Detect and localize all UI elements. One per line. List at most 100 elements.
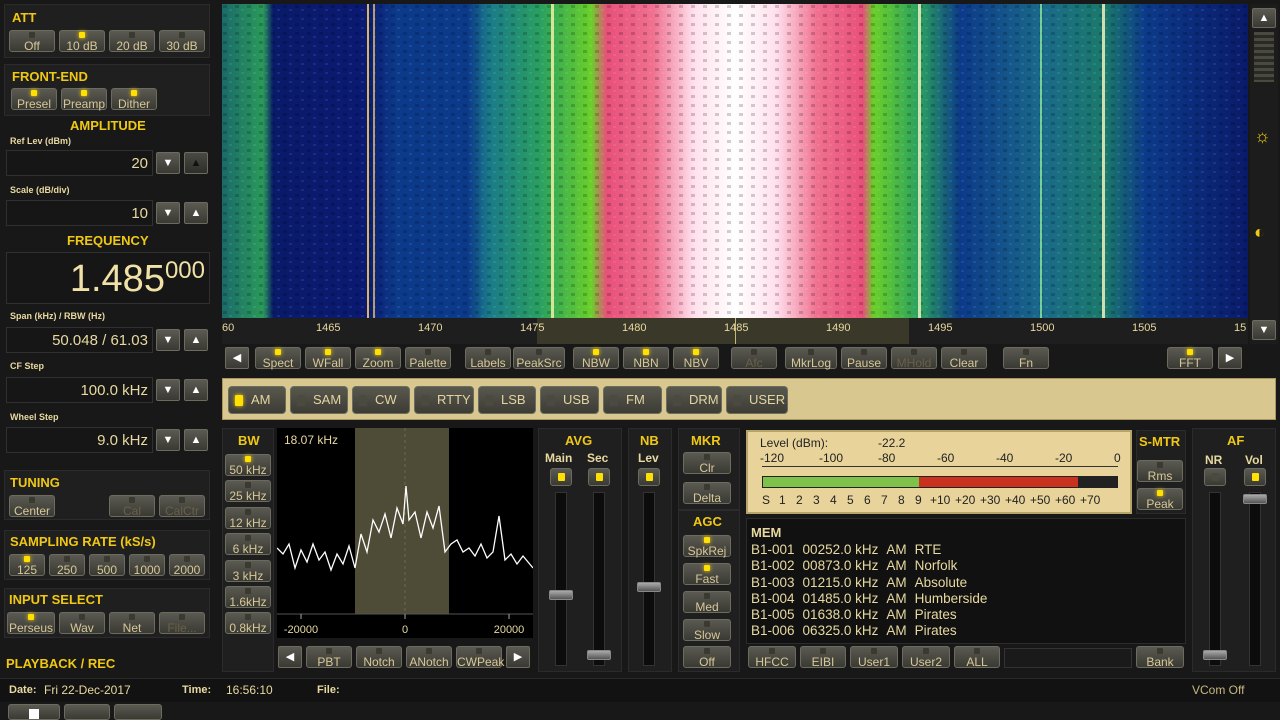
af-vol-led[interactable] <box>1244 468 1266 486</box>
brightness-icon[interactable]: ☼ <box>1254 126 1271 147</box>
play-button[interactable] <box>64 704 110 720</box>
span-up-button[interactable]: ▲ <box>184 329 208 351</box>
nb-led[interactable] <box>638 468 660 486</box>
sample-250-button[interactable]: 250 <box>49 554 85 576</box>
span-field[interactable]: 50.048 / 61.03 <box>6 327 153 353</box>
agc-fast-button[interactable]: Fast <box>683 563 731 585</box>
cf-step-up-button[interactable]: ▲ <box>184 379 208 401</box>
att-20db-button[interactable]: 20 dB <box>109 30 155 52</box>
pbt-button[interactable]: PBT <box>306 646 352 668</box>
af-nr-led[interactable] <box>1204 468 1226 486</box>
cal-button[interactable]: Cal <box>109 495 155 517</box>
filter-spectrum-display[interactable]: 18.07 kHz -20000 0 20000 <box>277 428 533 638</box>
mem-row[interactable]: B1-006 06325.0 kHz AM Pirates <box>751 623 987 639</box>
avg-main-slider[interactable] <box>549 590 573 600</box>
mode-user-button[interactable]: USER <box>726 386 788 414</box>
mkr-clr-button[interactable]: Clr <box>683 452 731 474</box>
waterfall-scroll-track[interactable] <box>1254 32 1274 82</box>
stop-button[interactable] <box>8 704 60 720</box>
notch-button[interactable]: Notch <box>356 646 402 668</box>
scale-field[interactable]: 10 <box>6 200 153 226</box>
mem-row[interactable]: B1-005 01638.0 kHz AM Pirates <box>751 607 987 623</box>
wav-button[interactable]: Wav <box>59 612 105 634</box>
pause-button[interactable]: Pause <box>841 347 887 369</box>
att-10db-button[interactable]: 10 dB <box>59 30 105 52</box>
agc-off-button[interactable]: Off <box>683 646 731 668</box>
waterfall-scroll-up-button[interactable]: ▲ <box>1252 8 1276 28</box>
mode-fm-button[interactable]: FM <box>603 386 662 414</box>
toolbar-right-arrow[interactable]: ▶ <box>1218 347 1242 369</box>
cf-step-field[interactable]: 100.0 kHz <box>6 377 153 403</box>
smtr-rms-button[interactable]: Rms <box>1137 460 1183 482</box>
center-button[interactable]: Center <box>9 495 55 517</box>
calctr-button[interactable]: CalCtr <box>159 495 205 517</box>
wheel-step-up-button[interactable]: ▲ <box>184 429 208 451</box>
dither-button[interactable]: Dither <box>111 88 157 110</box>
bw-3khz-button[interactable]: 3 kHz <box>225 559 271 582</box>
anotch-button[interactable]: ANotch <box>406 646 452 668</box>
mkr-delta-button[interactable]: Delta <box>683 482 731 504</box>
mem-eibi-button[interactable]: EIBI <box>800 646 846 668</box>
avg-main-led[interactable] <box>550 468 572 486</box>
bw-6khz-button[interactable]: 6 kHz <box>225 533 271 556</box>
mode-sam-button[interactable]: SAM <box>290 386 348 414</box>
af-vol-slider[interactable] <box>1243 494 1267 504</box>
waterfall-display[interactable] <box>222 4 1248 318</box>
bw-0.8khz-button[interactable]: 0.8kHz <box>225 612 271 635</box>
mode-lsb-button[interactable]: LSB <box>478 386 536 414</box>
mode-usb-button[interactable]: USB <box>540 386 599 414</box>
presel-button[interactable]: Presel <box>11 88 57 110</box>
ref-level-down-button[interactable]: ▼ <box>156 152 180 174</box>
filter-right-arrow[interactable]: ▶ <box>506 646 530 668</box>
smtr-peak-button[interactable]: Peak <box>1137 488 1183 510</box>
mode-rtty-button[interactable]: RTTY <box>414 386 474 414</box>
af-nr-slider[interactable] <box>1203 650 1227 660</box>
nbw-button[interactable]: NBW <box>573 347 619 369</box>
record-button[interactable] <box>114 704 162 720</box>
filter-left-arrow[interactable]: ◀ <box>278 646 302 668</box>
avg-sec-led[interactable] <box>588 468 610 486</box>
sample-2000-button[interactable]: 2000 <box>169 554 205 576</box>
mem-row[interactable]: B1-003 01215.0 kHz AM Absolute <box>751 575 987 591</box>
bw-50khz-button[interactable]: 50 kHz <box>225 454 271 476</box>
file-button[interactable]: File... <box>159 612 205 634</box>
mem-user2-button[interactable]: User2 <box>902 646 950 668</box>
clear-button[interactable]: Clear <box>941 347 987 369</box>
peaksrc-button[interactable]: PeakSrc <box>513 347 565 369</box>
agc-med-button[interactable]: Med <box>683 591 731 613</box>
palette-button[interactable]: Palette <box>405 347 451 369</box>
mode-cw-button[interactable]: CW <box>352 386 410 414</box>
fn-button[interactable]: Fn <box>1003 347 1049 369</box>
perseus-button[interactable]: Perseus <box>7 612 55 634</box>
scale-up-button[interactable]: ▲ <box>184 202 208 224</box>
sample-125-button[interactable]: 125 <box>9 554 45 576</box>
mem-scrollbar[interactable] <box>1004 648 1132 668</box>
wheel-step-down-button[interactable]: ▼ <box>156 429 180 451</box>
nb-slider[interactable] <box>637 582 661 592</box>
sample-1000-button[interactable]: 1000 <box>129 554 165 576</box>
mem-row[interactable]: B1-002 00873.0 kHz AM Norfolk <box>751 558 987 574</box>
mem-bank-button[interactable]: Bank <box>1136 646 1184 668</box>
wfall-button[interactable]: WFall <box>305 347 351 369</box>
avg-sec-slider[interactable] <box>587 650 611 660</box>
mode-drm-button[interactable]: DRM <box>666 386 722 414</box>
ref-level-up-button[interactable]: ▲ <box>184 152 208 174</box>
preamp-button[interactable]: Preamp <box>61 88 107 110</box>
wheel-step-field[interactable]: 9.0 kHz <box>6 427 153 453</box>
nbv-button[interactable]: NBV <box>673 347 719 369</box>
contrast-icon[interactable]: ◐ <box>1254 222 1265 243</box>
att-30db-button[interactable]: 30 dB <box>159 30 205 52</box>
bw-25khz-button[interactable]: 25 kHz <box>225 480 271 503</box>
mhold-button[interactable]: MHold <box>891 347 937 369</box>
mem-row[interactable]: B1-001 00252.0 kHz AM RTE <box>751 542 987 558</box>
nbn-button[interactable]: NBN <box>623 347 669 369</box>
bw-1.6khz-button[interactable]: 1.6kHz <box>225 586 271 608</box>
sample-500-button[interactable]: 500 <box>89 554 125 576</box>
mkrlog-button[interactable]: MkrLog <box>785 347 837 369</box>
afc-button[interactable]: Afc <box>731 347 777 369</box>
labels-button[interactable]: Labels <box>465 347 511 369</box>
toolbar-left-arrow[interactable]: ◀ <box>225 347 249 369</box>
mem-hfcc-button[interactable]: HFCC <box>748 646 796 668</box>
agc-slow-button[interactable]: Slow <box>683 619 731 641</box>
agc-spkrej-button[interactable]: SpkRej <box>683 535 731 557</box>
